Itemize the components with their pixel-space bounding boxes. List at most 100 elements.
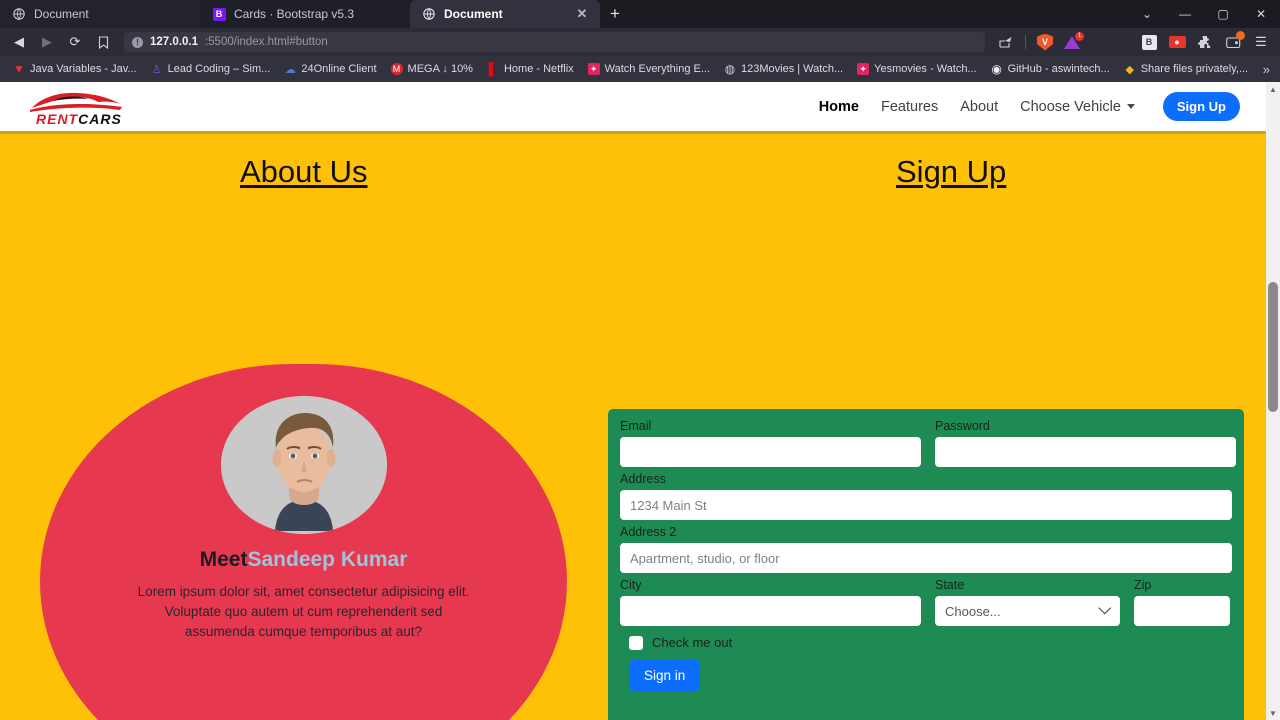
password-input[interactable] [935, 437, 1236, 467]
reload-icon[interactable]: ⟳ [62, 30, 88, 54]
address2-label: Address 2 [620, 525, 677, 539]
state-label: State [935, 578, 965, 592]
minimize-button[interactable]: — [1166, 0, 1204, 28]
brave-shield-icon[interactable]: V [1032, 30, 1058, 54]
toolbar-divider [1025, 35, 1026, 49]
new-tab-button[interactable]: + [600, 0, 630, 28]
state-select[interactable]: Choose... [935, 596, 1120, 626]
zip-input[interactable] [1134, 596, 1230, 626]
bookmark-favicon: ◉ [991, 62, 1002, 76]
url-path: :5500/index.html#button [204, 36, 328, 48]
bookmark-label: Yesmovies - Watch... [874, 63, 977, 75]
forward-icon[interactable]: ▶ [34, 30, 60, 54]
tab-search-icon[interactable]: ⌄ [1128, 0, 1166, 28]
nav-item-features[interactable]: Features [881, 99, 938, 115]
form-row-address: Address [620, 472, 1232, 520]
meet-prefix: Meet [199, 548, 248, 571]
bookmark-favicon: ♙ [151, 63, 162, 76]
address-input[interactable] [620, 490, 1232, 520]
bookmark-item[interactable]: ☁ 24Online Client [277, 56, 383, 82]
bookmark-item[interactable]: ▌ Home - Netflix [480, 56, 581, 82]
check-me-out-checkbox[interactable] [629, 635, 643, 650]
browser-tab-3-active[interactable]: Document ✕ [410, 0, 600, 28]
scroll-down-arrow[interactable]: ▼ [1266, 706, 1280, 720]
globe-icon [422, 7, 436, 21]
check-me-out-label: Check me out [652, 635, 733, 650]
bookmark-icon[interactable] [90, 30, 116, 54]
sign-up-heading: Sign Up [896, 154, 1007, 189]
rent-cars-logo[interactable]: RENTCARS [26, 86, 131, 128]
menu-icon[interactable]: ☰ [1248, 30, 1274, 54]
field-group-state: State Choose... [935, 578, 1120, 626]
bookmark-label: 123Movies | Watch... [741, 63, 844, 75]
nav-dropdown-choose-vehicle[interactable]: Choose Vehicle [1020, 99, 1135, 115]
signup-button[interactable]: Sign Up [1162, 92, 1240, 121]
nav-dropdown-label: Choose Vehicle [1020, 98, 1121, 115]
field-group-email: Email [620, 419, 921, 467]
browser-tab-2[interactable]: B Cards · Bootstrap v5.3 [200, 0, 410, 28]
wallet-icon[interactable] [1220, 30, 1246, 54]
zip-label: Zip [1134, 578, 1152, 592]
puzzle-icon[interactable] [1192, 30, 1218, 54]
site-info-icon[interactable]: ! [132, 36, 143, 48]
address2-input[interactable] [620, 543, 1232, 573]
bookmark-label: Share files privately,... [1140, 63, 1249, 75]
bootstrap-icon: B [212, 7, 226, 21]
hero-section: About Us Sign Up MeetSandeep Kumar Lorem… [0, 134, 1266, 720]
nav-item-about[interactable]: About [960, 99, 998, 115]
scroll-up-arrow[interactable]: ▲ [1266, 82, 1280, 96]
bookmark-item[interactable]: ▼ Java Variables - Jav... [6, 56, 144, 82]
maximize-button[interactable]: ▢ [1204, 0, 1242, 28]
bitwarden-icon[interactable]: B [1136, 30, 1162, 54]
address-bar[interactable]: ! 127.0.0.1 :5500/index.html#button [124, 32, 985, 52]
field-group-zip: Zip [1134, 578, 1230, 626]
bookmarks-overflow-button[interactable]: » [1263, 62, 1274, 77]
bookmark-item[interactable]: ✦ Watch Everything E... [581, 56, 717, 82]
site-nav-links: Home Features About Choose Vehicle Sign … [819, 92, 1240, 121]
back-icon[interactable]: ◀ [6, 30, 32, 54]
page-scrollbar[interactable]: ▲ ▼ [1266, 82, 1280, 720]
extension-badge: 1 [1075, 32, 1084, 41]
url-host: 127.0.0.1 [150, 36, 198, 48]
bookmark-favicon: ◆ [1125, 63, 1134, 76]
field-group-address2: Address 2 [620, 525, 1232, 573]
tab-title: Cards · Bootstrap v5.3 [234, 7, 355, 21]
bookmark-item[interactable]: ♙ Lead Coding – Sim... [144, 56, 278, 82]
address-label: Address [620, 472, 666, 486]
chevron-down-icon [1098, 601, 1112, 614]
browser-tab-1[interactable]: Document [0, 0, 200, 28]
bookmark-item[interactable]: ◉ GitHub - aswintech... [984, 56, 1117, 82]
bookmark-label: Lead Coding – Sim... [167, 63, 271, 75]
site-navbar: RENTCARS Home Features About Choose Vehi… [0, 82, 1266, 134]
tab-title: Document [444, 7, 503, 21]
close-window-button[interactable]: ✕ [1242, 0, 1280, 28]
form-row-address2: Address 2 [620, 525, 1232, 573]
bookmark-item[interactable]: ◆ Share files privately,... [1117, 56, 1255, 82]
avatar-photo [220, 396, 387, 534]
bookmark-item[interactable]: ✦ Yesmovies - Watch... [850, 56, 984, 82]
browser-window: Document B Cards · Bootstrap v5.3 Docume… [0, 0, 1280, 720]
city-input[interactable] [620, 596, 921, 626]
email-label: Email [620, 419, 652, 433]
recorder-icon[interactable]: ● [1164, 30, 1190, 54]
tab-title: Document [34, 7, 89, 21]
scrollbar-thumb[interactable] [1268, 282, 1278, 412]
bookmark-favicon: ▼ [13, 62, 25, 76]
bookmark-label: MEGA ↓ 10% [407, 63, 473, 75]
bookmark-item[interactable]: M MEGA ↓ 10% [384, 56, 480, 82]
form-row-credentials: Email Password [620, 419, 1236, 467]
bookmark-favicon: ◍ [724, 62, 736, 76]
email-input[interactable] [620, 437, 921, 467]
bookmark-favicon: M [390, 63, 403, 75]
extension-icon[interactable]: 1 [1060, 30, 1086, 54]
bookmark-label: Watch Everything E... [604, 63, 711, 75]
close-icon[interactable]: ✕ [574, 6, 590, 22]
bookmark-item[interactable]: ◍ 123Movies | Watch... [717, 56, 850, 82]
sign-in-button[interactable]: Sign in [629, 660, 701, 691]
bookmark-label: Home - Netflix [503, 63, 574, 75]
form-row-location: City State Choose... Zip [620, 578, 1232, 626]
share-icon[interactable] [993, 30, 1019, 54]
logo-cars-text: CARS [78, 110, 122, 127]
field-group-password: Password [935, 419, 1236, 467]
nav-item-home[interactable]: Home [819, 99, 859, 115]
